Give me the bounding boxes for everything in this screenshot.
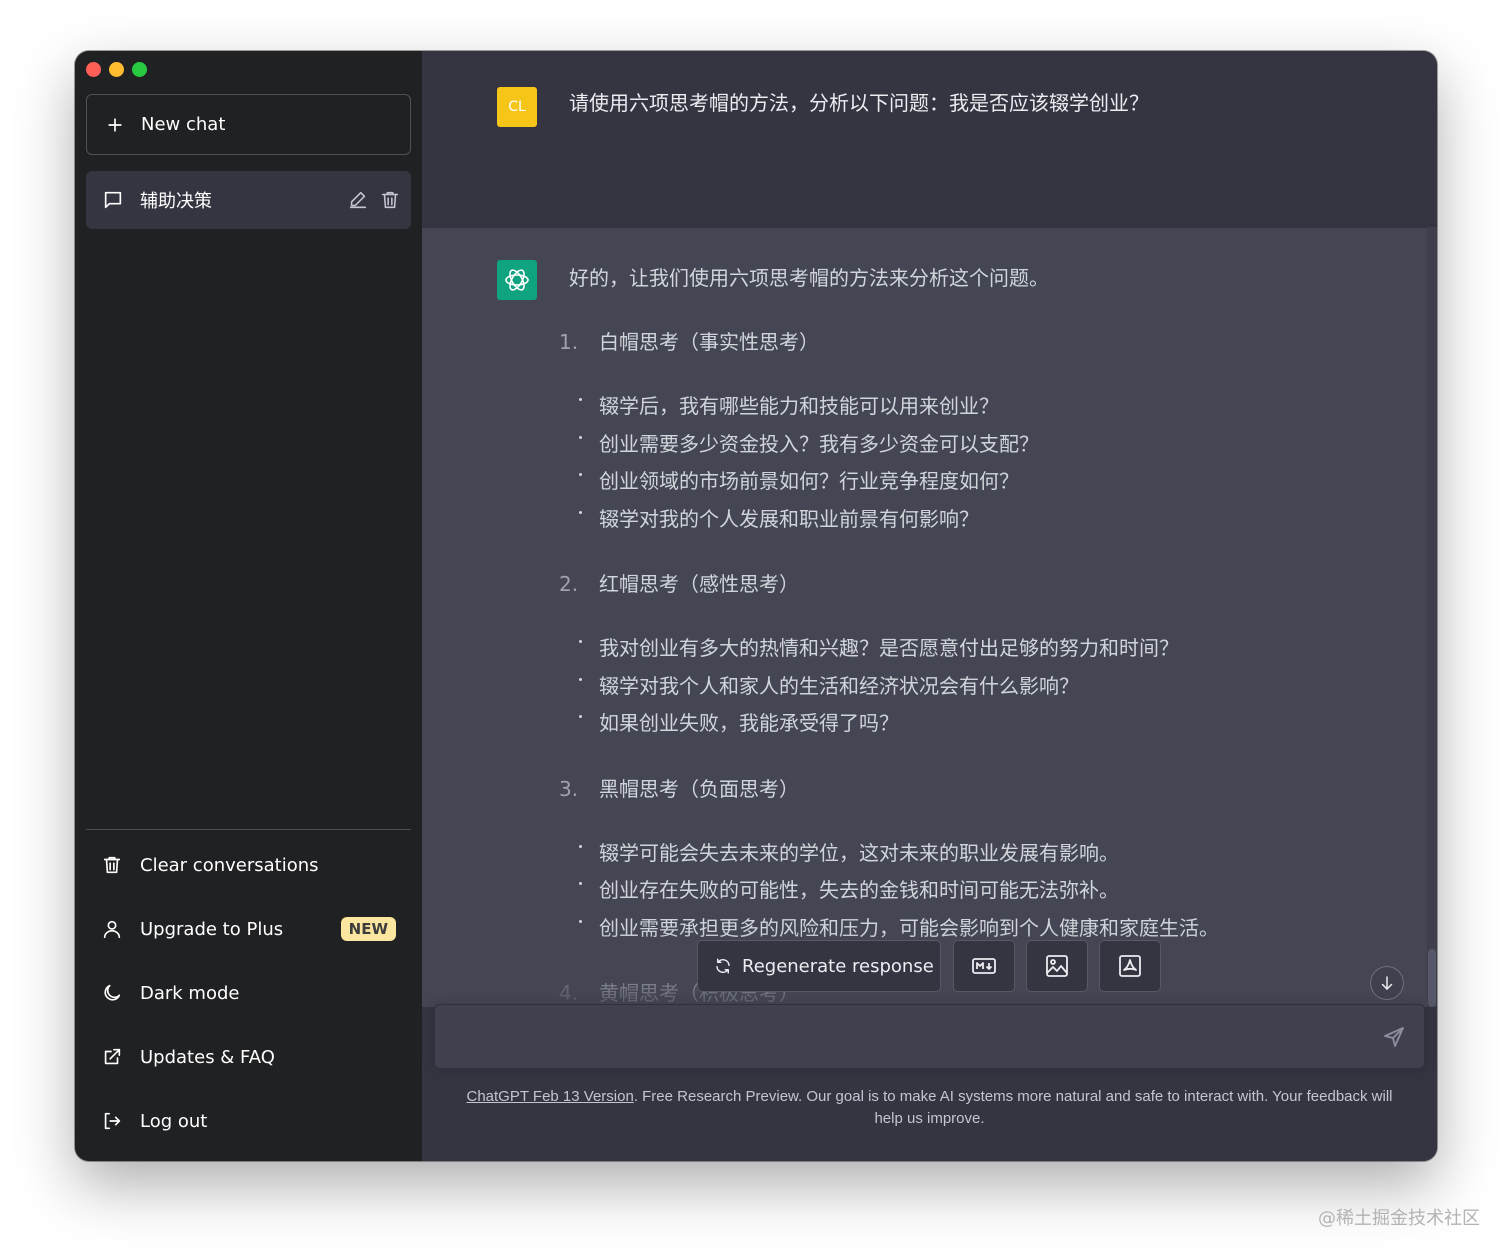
markdown-icon — [972, 958, 996, 974]
conversation-title: 辅助决策 — [140, 191, 212, 212]
external-link-icon — [104, 1048, 121, 1065]
export-markdown-button[interactable] — [953, 940, 1015, 992]
message-input-box[interactable] — [434, 1004, 1425, 1069]
logout-icon — [104, 1112, 121, 1130]
section-number: 1. — [559, 330, 579, 354]
chat-main: CL 请使用六项思考帽的方法，分析以下问题：我是否应该辍学创业？ 好的，让我们使… — [422, 51, 1437, 1161]
arrow-down-icon — [1381, 976, 1393, 990]
scrollbar-track[interactable] — [1427, 227, 1437, 1007]
section-heading: 2. 红帽思考（感性思考） — [559, 566, 1389, 602]
footer-text: . Free Research Preview. Our goal is to … — [633, 1088, 1393, 1127]
dark-mode-label: Dark mode — [140, 982, 240, 1004]
scrollbar-thumb[interactable] — [1428, 949, 1436, 1007]
list-item: 如果创业失败，我能承受得了吗？ — [579, 705, 1389, 743]
trash-icon[interactable] — [379, 189, 401, 211]
sidebar-menu: Clear conversations Upgrade to Plus NEW … — [86, 833, 411, 1153]
image-icon — [1046, 955, 1068, 977]
list-item: 辍学可能会失去未来的学位，这对未来的职业发展有影响。 — [579, 835, 1389, 873]
sidebar-divider — [86, 829, 411, 830]
edit-pencil-icon[interactable] — [347, 189, 369, 211]
user-avatar: CL — [497, 87, 537, 127]
window-controls — [86, 62, 147, 77]
regenerate-response-button[interactable]: Regenerate response — [697, 940, 941, 992]
app-window: New chat 辅助决策 Clear conversations Upgrad… — [75, 51, 1437, 1161]
new-badge: NEW — [340, 917, 396, 941]
footer-disclaimer: ChatGPT Feb 13 Version. Free Research Pr… — [452, 1086, 1407, 1130]
clear-conversations-label: Clear conversations — [140, 854, 319, 876]
sidebar: New chat 辅助决策 Clear conversations Upgrad… — [75, 51, 422, 1161]
user-message: CL 请使用六项思考帽的方法，分析以下问题：我是否应该辍学创业？ — [422, 51, 1427, 227]
chat-bubble-icon — [104, 191, 122, 209]
dark-mode-button[interactable]: Dark mode — [86, 961, 411, 1025]
updates-faq-label: Updates & FAQ — [140, 1046, 275, 1068]
send-icon[interactable] — [1382, 1025, 1406, 1049]
list-item: 辍学对我个人和家人的生活和经济状况会有什么影响？ — [579, 668, 1389, 706]
section-number: 3. — [559, 776, 579, 801]
user-icon — [103, 920, 121, 939]
section-heading: 1. 白帽思考（事实性思考） — [559, 324, 1389, 360]
new-chat-label: New chat — [141, 114, 226, 135]
trash-icon — [103, 856, 121, 874]
assistant-message-content: 好的，让我们使用六项思考帽的方法来分析这个问题。 1. 白帽思考（事实性思考） 辍学… — [559, 260, 1389, 1039]
section-heading: 3. 黑帽思考（负面思考） — [559, 771, 1389, 807]
refresh-icon — [716, 958, 730, 974]
assistant-message: 好的，让我们使用六项思考帽的方法来分析这个问题。 1. 白帽思考（事实性思考） 辍学… — [422, 227, 1427, 1008]
assistant-intro: 好的，让我们使用六项思考帽的方法来分析这个问题。 — [569, 266, 1049, 290]
plus-icon — [108, 117, 122, 132]
regenerate-label: Regenerate response — [742, 955, 934, 977]
export-pdf-button[interactable] — [1099, 940, 1161, 992]
upgrade-label: Upgrade to Plus — [140, 918, 284, 940]
list-item: 创业领域的市场前景如何？行业竞争程度如何？ — [579, 463, 1389, 501]
input-area: ChatGPT Feb 13 Version. Free Research Pr… — [422, 1004, 1437, 1161]
minimize-window-button[interactable] — [109, 62, 124, 77]
section-title: 黑帽思考（负面思考） — [599, 776, 799, 801]
version-link[interactable]: ChatGPT Feb 13 Version — [466, 1088, 633, 1105]
conversation-item[interactable]: 辅助决策 — [86, 171, 411, 229]
section-title: 红帽思考（感性思考） — [599, 572, 799, 596]
new-chat-button[interactable]: New chat — [86, 94, 411, 155]
message-input[interactable] — [451, 1005, 1351, 1068]
list-item: 我对创业有多大的热情和兴趣？是否愿意付出足够的努力和时间？ — [579, 630, 1389, 668]
zoom-window-button[interactable] — [132, 62, 147, 77]
scroll-to-bottom-button[interactable] — [1370, 966, 1404, 1000]
section-number: 2. — [559, 572, 579, 596]
bullet-list: 辍学后，我有哪些能力和技能可以用来创业？ 创业需要多少资金投入？我有多少资金可以支… — [579, 388, 1389, 538]
moon-icon — [104, 984, 121, 1001]
section-title: 白帽思考（事实性思考） — [599, 330, 819, 354]
list-item: 创业需要多少资金投入？我有多少资金可以支配？ — [579, 426, 1389, 464]
export-image-button[interactable] — [1026, 940, 1088, 992]
clear-conversations-button[interactable]: Clear conversations — [86, 833, 411, 897]
list-item: 创业存在失败的可能性，失去的金钱和时间可能无法弥补。 — [579, 872, 1389, 910]
list-item: 辍学后，我有哪些能力和技能可以用来创业？ — [579, 388, 1389, 426]
log-out-label: Log out — [140, 1110, 208, 1132]
pdf-icon — [1119, 955, 1141, 977]
updates-faq-link[interactable]: Updates & FAQ — [86, 1025, 411, 1089]
user-message-text: 请使用六项思考帽的方法，分析以下问题：我是否应该辍学创业？ — [569, 91, 1149, 115]
upgrade-to-plus-button[interactable]: Upgrade to Plus NEW — [86, 897, 411, 961]
bullet-list: 我对创业有多大的热情和兴趣？是否愿意付出足够的努力和时间？ 辍学对我个人和家人的生… — [579, 630, 1389, 743]
log-out-button[interactable]: Log out — [86, 1089, 411, 1153]
close-window-button[interactable] — [86, 62, 101, 77]
chatgpt-logo-icon — [497, 260, 537, 300]
watermark: @稀土掘金技术社区 — [1318, 1208, 1480, 1229]
list-item: 辍学对我的个人发展和职业前景有何影响？ — [579, 501, 1389, 539]
